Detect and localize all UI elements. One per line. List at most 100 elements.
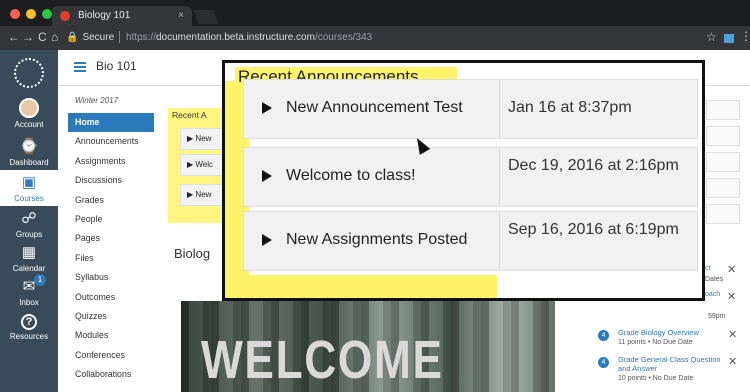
sidebar-button[interactable]: [706, 152, 740, 172]
browser-tab[interactable]: Biology 101 ×: [52, 6, 192, 26]
maximize-window-button[interactable]: [42, 9, 52, 19]
nav-calendar[interactable]: ▦ Calendar: [0, 244, 58, 273]
inbox-icon: ✉: [22, 278, 36, 295]
nav-calendar-label: Calendar: [12, 264, 46, 273]
course-nav-discussions[interactable]: Discussions: [68, 171, 154, 190]
new-tab-button[interactable]: [193, 10, 219, 24]
reload-icon[interactable]: C: [38, 30, 47, 44]
todo-partial-meta: Dates: [705, 276, 724, 283]
course-nav-grades[interactable]: Grades: [68, 191, 154, 210]
course-nav-quizzes[interactable]: Quizzes: [68, 307, 154, 326]
nav-inbox[interactable]: ✉ 1 Inbox: [0, 274, 58, 307]
nav-resources[interactable]: ? Resources: [0, 314, 58, 341]
close-icon[interactable]: ✕: [728, 355, 737, 368]
back-icon[interactable]: ←: [8, 30, 20, 44]
todo-item[interactable]: 4 Grade General Class Question and Answe…: [598, 355, 740, 387]
url-prefix: https://: [125, 32, 156, 43]
secure-label: Secure: [82, 32, 115, 43]
sidebar-button[interactable]: [706, 204, 740, 224]
todo-title[interactable]: Grade General Class Question and Answer: [618, 355, 726, 373]
close-icon[interactable]: ✕: [727, 290, 736, 303]
browser-menu-icon[interactable]: ⋮: [740, 29, 750, 43]
todo-partial-meta: 59pm: [708, 313, 726, 320]
groups-icon: ☍: [21, 210, 37, 227]
announcement-row-small[interactable]: ▶ Welc: [180, 154, 225, 176]
extension-icon[interactable]: [724, 34, 734, 43]
expand-triangle-icon[interactable]: [262, 102, 272, 114]
announcement-row[interactable]: New Announcement Test Jan 16 at 8:37pm: [243, 79, 698, 139]
announcement-row-small[interactable]: ▶ New: [180, 184, 225, 206]
browser-toolbar: ← → C ⌂ 🔒 Secure │ https://documentation.…: [0, 26, 750, 50]
forward-icon[interactable]: →: [22, 30, 34, 44]
nav-resources-label: Resources: [9, 332, 49, 341]
nav-groups[interactable]: ☍ Groups: [0, 210, 58, 239]
nav-dashboard-label: Dashboard: [9, 158, 49, 167]
course-nav-syllabus[interactable]: Syllabus: [68, 268, 154, 287]
bookmark-star-icon[interactable]: ☆: [706, 30, 717, 44]
course-nav-assignments[interactable]: Assignments: [68, 152, 154, 171]
announcement-title[interactable]: Welcome to class!: [286, 167, 416, 185]
sidebar-button[interactable]: [706, 126, 740, 146]
nav-courses-label: Courses: [14, 194, 44, 203]
todo-partial-title[interactable]: oach: [705, 291, 720, 298]
announcement-date: Jan 16 at 8:37pm: [508, 99, 632, 116]
announcement-date: Dec 19, 2016 at 2:16pm: [508, 157, 679, 174]
announcement-title[interactable]: New Announcement Test: [286, 99, 463, 117]
home-icon[interactable]: ⌂: [51, 30, 58, 44]
announcement-row[interactable]: New Assignments Posted Sep 16, 2016 at 6…: [243, 211, 698, 271]
minimize-window-button[interactable]: [26, 9, 36, 19]
highlight-marker: [235, 275, 497, 298]
hamburger-menu-icon[interactable]: [74, 62, 86, 72]
course-nav-collaborations[interactable]: Collaborations: [68, 365, 154, 384]
inbox-unread-badge: 1: [34, 274, 46, 286]
nav-account[interactable]: Account: [0, 98, 58, 129]
course-navigation: Winter 2017 Home Announcements Assignmen…: [68, 96, 154, 384]
calendar-icon: ▦: [21, 244, 37, 261]
course-nav-pages[interactable]: Pages: [68, 229, 154, 248]
nav-dashboard[interactable]: ⌚ Dashboard: [0, 138, 58, 167]
url-path: /courses/343: [314, 32, 373, 43]
todo-partial-title[interactable]: ct: [705, 265, 710, 272]
nav-inbox-label: Inbox: [19, 298, 39, 307]
browser-tab-strip: Biology 101 ×: [0, 0, 750, 26]
nav-courses[interactable]: ▣ Courses: [0, 170, 58, 206]
course-nav-people[interactable]: People: [68, 210, 154, 229]
announcement-row-small[interactable]: ▶ New: [180, 128, 225, 150]
expand-triangle-icon[interactable]: [262, 170, 272, 182]
announcement-row-small-text: New: [195, 134, 212, 143]
todo-meta: 10 points • No Due Date: [618, 375, 694, 382]
course-nav-home[interactable]: Home: [68, 113, 154, 133]
address-bar[interactable]: 🔒 Secure │ https://documentation.beta.ins…: [66, 30, 696, 46]
course-nav-modules[interactable]: Modules: [68, 326, 154, 345]
course-nav-conferences[interactable]: Conferences: [68, 346, 154, 365]
sidebar-button[interactable]: [706, 178, 740, 198]
announcement-title[interactable]: New Assignments Posted: [286, 231, 467, 249]
global-navigation: Account ⌚ Dashboard ▣ Courses ☍ Groups ▦…: [0, 50, 58, 392]
close-icon[interactable]: ✕: [727, 263, 736, 276]
tab-title: Biology 101: [78, 10, 131, 21]
announcement-row[interactable]: Welcome to class! Dec 19, 2016 at 2:16pm: [243, 147, 698, 207]
todo-item[interactable]: 4 Grade Biology Overview 11 points • No …: [598, 328, 740, 350]
todo-meta: 11 points • No Due Date: [618, 339, 693, 346]
sidebar-button[interactable]: [706, 100, 740, 120]
welcome-banner-image: WELCOME: [181, 301, 555, 392]
course-nav-files[interactable]: Files: [68, 249, 154, 268]
announcement-row-small-text: Welc: [195, 160, 214, 169]
course-breadcrumb[interactable]: Bio 101: [96, 59, 137, 73]
close-icon[interactable]: ✕: [728, 328, 737, 341]
todo-title[interactable]: Grade Biology Overview: [618, 328, 726, 337]
avatar: [19, 98, 39, 118]
divider: [499, 148, 500, 206]
url-host: documentation.beta.instructure.com: [155, 32, 315, 43]
window-controls: [10, 9, 52, 19]
tab-close-icon[interactable]: ×: [178, 6, 184, 26]
course-nav-outcomes[interactable]: Outcomes: [68, 288, 154, 307]
canvas-logo-icon[interactable]: [14, 58, 44, 88]
announcement-date: Sep 16, 2016 at 6:19pm: [508, 221, 679, 238]
zoomed-callout: Recent Announcements New Announcement Te…: [222, 60, 705, 301]
divider: [499, 80, 500, 138]
course-nav-announcements[interactable]: Announcements: [68, 132, 154, 151]
close-window-button[interactable]: [10, 9, 20, 19]
courses-icon: ▣: [21, 174, 37, 191]
expand-triangle-icon[interactable]: [262, 234, 272, 246]
